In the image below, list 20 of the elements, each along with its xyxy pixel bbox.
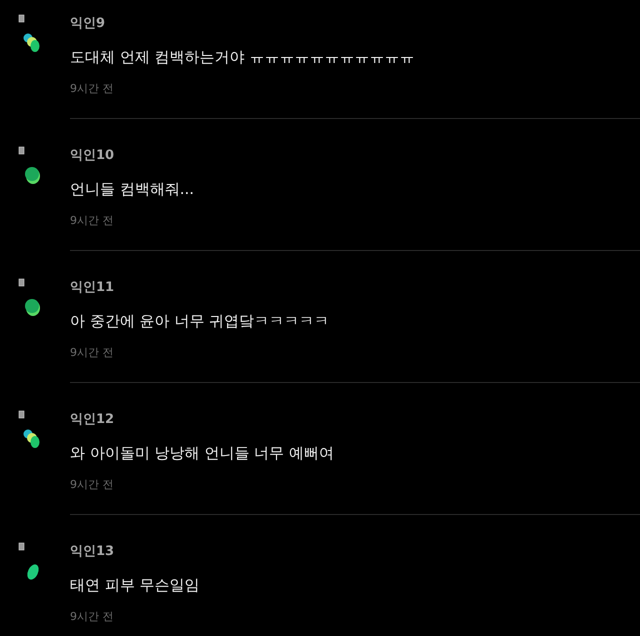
author-name: 익인12 (70, 411, 116, 429)
comment-text: 언니들 컴백해줘... (70, 179, 196, 200)
comment-time: 9시간 전 (70, 477, 114, 493)
author-name: 익인11 (70, 279, 116, 297)
badge-icon (18, 410, 24, 418)
badge-icon (18, 146, 24, 154)
author-name: 익인9 (70, 15, 106, 33)
comment-time: 9시간 전 (70, 609, 114, 625)
comment-text: 태연 피부 무슨일임 (70, 575, 201, 596)
badge-icon (18, 14, 24, 22)
comment-time: 9시간 전 (70, 81, 114, 97)
author-name: 익인13 (70, 543, 116, 561)
comment-text: 와 아이돌미 낭낭해 언니들 너무 예뻐여 (70, 443, 335, 464)
comment-time: 9시간 전 (70, 345, 114, 361)
author-name: 익인10 (70, 147, 116, 165)
comment-text: 아 중간에 윤아 너무 귀엽닼ㅋㅋㅋㅋㅋ (70, 311, 330, 332)
badge-icon (18, 542, 24, 550)
comment-text: 도대체 언제 컴백하는거야 ㅠㅠㅠㅠㅠㅠㅠㅠㅠㅠㅠ (70, 47, 416, 68)
comment-time: 9시간 전 (70, 213, 114, 229)
badge-icon (18, 278, 24, 286)
